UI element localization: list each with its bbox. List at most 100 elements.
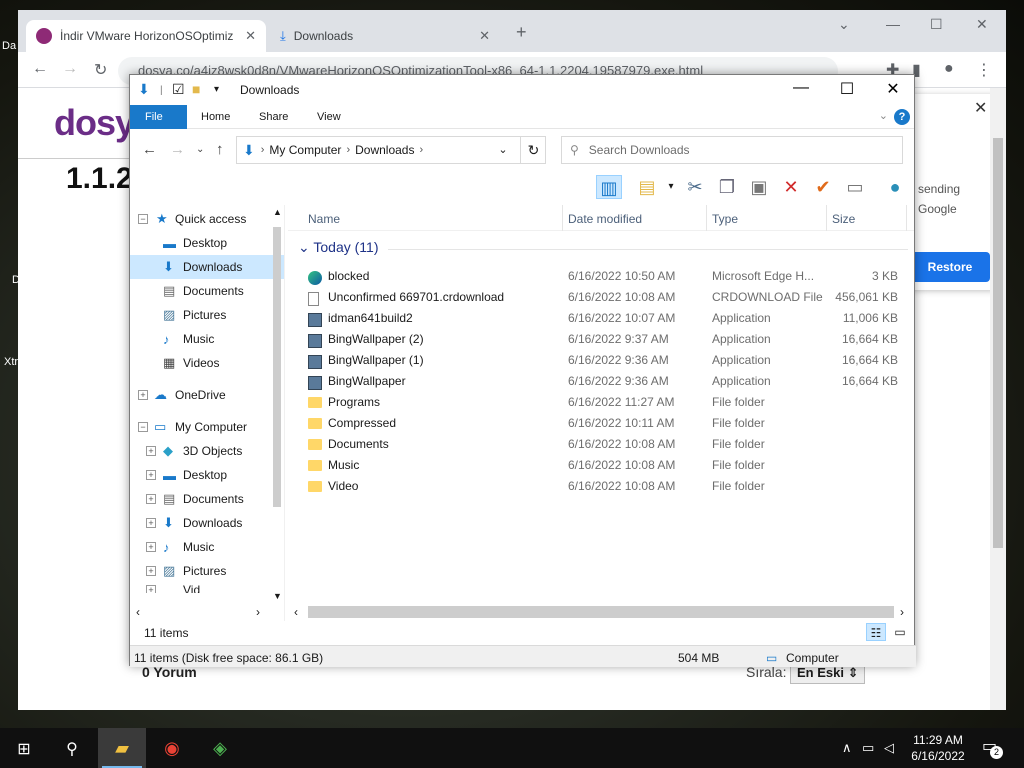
nav-downloads[interactable]: ⬇ Downloads <box>130 255 284 279</box>
nav-pc-downloads[interactable]: + ⬇ Downloads <box>130 511 284 535</box>
tab-home[interactable]: Home <box>186 105 245 129</box>
file-row[interactable]: Unconfirmed 669701.crdownload 6/16/2022 1… <box>288 286 914 307</box>
delete-icon[interactable]: ✕ <box>778 175 804 199</box>
nav-pc-music[interactable]: + ♪ Music <box>130 535 284 559</box>
forward-icon[interactable]: → <box>62 60 78 78</box>
globe-icon[interactable]: ● <box>882 175 908 199</box>
nav-quick-access[interactable]: − ★ Quick access <box>130 207 284 231</box>
new-tab-button[interactable]: + <box>516 22 527 43</box>
search-input[interactable]: ⚲ Search Downloads <box>561 136 903 164</box>
page-scrollbar[interactable] <box>990 88 1006 710</box>
nav-music[interactable]: ♪ Music <box>130 327 284 351</box>
file-row[interactable]: Documents 6/16/2022 10:08 AM File folder <box>288 433 914 454</box>
menu-icon[interactable]: ⋮ <box>976 60 992 80</box>
copy-icon[interactable]: ❐ <box>714 175 740 199</box>
desktop-icon-label[interactable]: Da <box>2 40 16 52</box>
help-icon[interactable]: ? <box>894 109 910 125</box>
tab-search-icon[interactable]: ⌄ <box>838 16 850 33</box>
forward-icon[interactable]: → <box>170 141 185 158</box>
close-icon[interactable]: ✕ <box>974 98 987 118</box>
nav-videos[interactable]: ▦ Videos <box>130 351 284 375</box>
maximize-icon[interactable]: ☐ <box>930 16 943 33</box>
taskbar-chrome[interactable]: ◉ <box>148 728 196 768</box>
file-row[interactable]: Programs 6/16/2022 11:27 AM File folder <box>288 391 914 412</box>
tab-vmware[interactable]: İndir VMware HorizonOSOptimiz ✕ <box>26 20 266 52</box>
file-row[interactable]: Music 6/16/2022 10:08 AM File folder <box>288 454 914 475</box>
refresh-icon[interactable]: ↻ <box>520 136 546 164</box>
tab-downloads[interactable]: ⤓ Downloads ✕ <box>270 20 500 52</box>
tab-share[interactable]: Share <box>244 105 303 129</box>
new-item-icon[interactable]: ▤ <box>634 175 660 199</box>
cut-icon[interactable]: ✂ <box>682 175 708 199</box>
close-icon[interactable]: ✕ <box>976 16 988 33</box>
start-button[interactable]: ⊞ <box>0 728 48 768</box>
taskbar-idm[interactable]: ◈ <box>196 728 244 768</box>
file-name: BingWallpaper (2) <box>328 332 424 346</box>
nav-pc-pictures[interactable]: + ▨ Pictures <box>130 559 284 583</box>
customize-qa-icon[interactable]: ▾ <box>214 84 219 95</box>
breadcrumb-downloads[interactable]: Downloads <box>355 143 414 157</box>
nav-pc-videos[interactable]: + Vid <box>130 583 284 593</box>
file-row[interactable]: idman641build2 6/16/2022 10:07 AM Applicat… <box>288 307 914 328</box>
close-icon[interactable]: ✕ <box>870 79 916 99</box>
details-view-icon[interactable]: ☷ <box>866 623 886 641</box>
breadcrumb-my-computer[interactable]: My Computer <box>269 143 341 157</box>
network-icon[interactable]: ▭ <box>862 740 874 756</box>
address-dropdown-icon[interactable]: ⌄ <box>492 136 514 164</box>
up-icon[interactable]: ↑ <box>216 141 224 158</box>
clock[interactable]: 11:29 AM 6/16/2022 <box>900 732 976 764</box>
nav-onedrive[interactable]: + ☁ OneDrive <box>130 383 284 407</box>
nav-my-computer[interactable]: − ▭ My Computer <box>130 415 284 439</box>
column-type[interactable]: Type <box>712 212 738 226</box>
file-list-scrollbar[interactable]: ‹ › <box>288 603 914 621</box>
favicon-icon <box>36 28 52 44</box>
new-item-dropdown-icon[interactable]: ▾ <box>658 175 684 199</box>
nav-scrollbar[interactable]: ▲ ▼ <box>270 205 284 605</box>
file-row[interactable]: BingWallpaper 6/16/2022 9:36 AM Applicatio… <box>288 370 914 391</box>
nav-desktop[interactable]: ▬ Desktop <box>130 231 284 255</box>
large-icons-view-icon[interactable]: ▭ <box>890 623 910 641</box>
file-row[interactable]: Compressed 6/16/2022 10:11 AM File folder <box>288 412 914 433</box>
rename-icon[interactable]: ▭ <box>842 175 868 199</box>
back-icon[interactable]: ← <box>32 60 48 78</box>
close-tab-icon[interactable]: ✕ <box>479 28 490 44</box>
properties-icon[interactable]: ☑ <box>172 81 185 98</box>
tab-file[interactable]: File <box>130 105 187 129</box>
close-tab-icon[interactable]: ✕ <box>245 28 256 44</box>
check-icon[interactable]: ✔ <box>810 175 836 199</box>
file-row[interactable]: blocked 6/16/2022 10:50 AM Microsoft Edge … <box>288 265 914 286</box>
ribbon-collapse-icon[interactable]: ⌄ <box>879 109 888 122</box>
paste-icon[interactable]: ▣ <box>746 175 772 199</box>
nav-3d-objects[interactable]: + ◆ 3D Objects <box>130 439 284 463</box>
file-row[interactable]: Video 6/16/2022 10:08 AM File folder <box>288 475 914 496</box>
minimize-icon[interactable]: — <box>886 16 900 32</box>
nav-pc-documents[interactable]: + ▤ Documents <box>130 487 284 511</box>
reload-icon[interactable]: ↻ <box>94 60 107 80</box>
recent-locations-icon[interactable]: ⌄ <box>196 144 204 155</box>
preview-pane-icon[interactable]: ▥ <box>596 175 622 199</box>
nav-pictures[interactable]: ▨ Pictures <box>130 303 284 327</box>
file-row[interactable]: BingWallpaper (2) 6/16/2022 9:37 AM Applic… <box>288 328 914 349</box>
nav-documents[interactable]: ▤ Documents <box>130 279 284 303</box>
maximize-icon[interactable]: ☐ <box>824 79 870 99</box>
group-header[interactable]: ⌄ Today (11) <box>298 239 378 256</box>
desktop-icon-label[interactable]: Xtr <box>4 356 18 368</box>
taskbar-file-explorer[interactable]: ▰ <box>98 728 146 768</box>
restore-button[interactable]: Restore <box>910 252 990 282</box>
column-size[interactable]: Size <box>832 212 855 226</box>
search-button[interactable]: ⚲ <box>48 728 96 768</box>
nav-horizontal-scrollbar[interactable]: ‹ › <box>130 605 270 621</box>
tab-view[interactable]: View <box>302 105 356 129</box>
profile-icon[interactable]: ● <box>944 60 954 78</box>
back-icon[interactable]: ← <box>142 141 157 158</box>
show-hidden-icons-icon[interactable]: ∧ <box>842 740 852 756</box>
volume-icon[interactable]: ◁ <box>884 740 894 756</box>
column-date[interactable]: Date modified <box>568 212 642 226</box>
new-folder-icon[interactable]: ■ <box>192 81 200 97</box>
notifications-icon[interactable]: ▭ 2 <box>982 736 1003 759</box>
file-name: Video <box>328 479 359 493</box>
minimize-icon[interactable]: — <box>778 79 824 97</box>
nav-pc-desktop[interactable]: + ▬ Desktop <box>130 463 284 487</box>
file-row[interactable]: BingWallpaper (1) 6/16/2022 9:36 AM Applic… <box>288 349 914 370</box>
column-name[interactable]: Name <box>308 212 340 226</box>
